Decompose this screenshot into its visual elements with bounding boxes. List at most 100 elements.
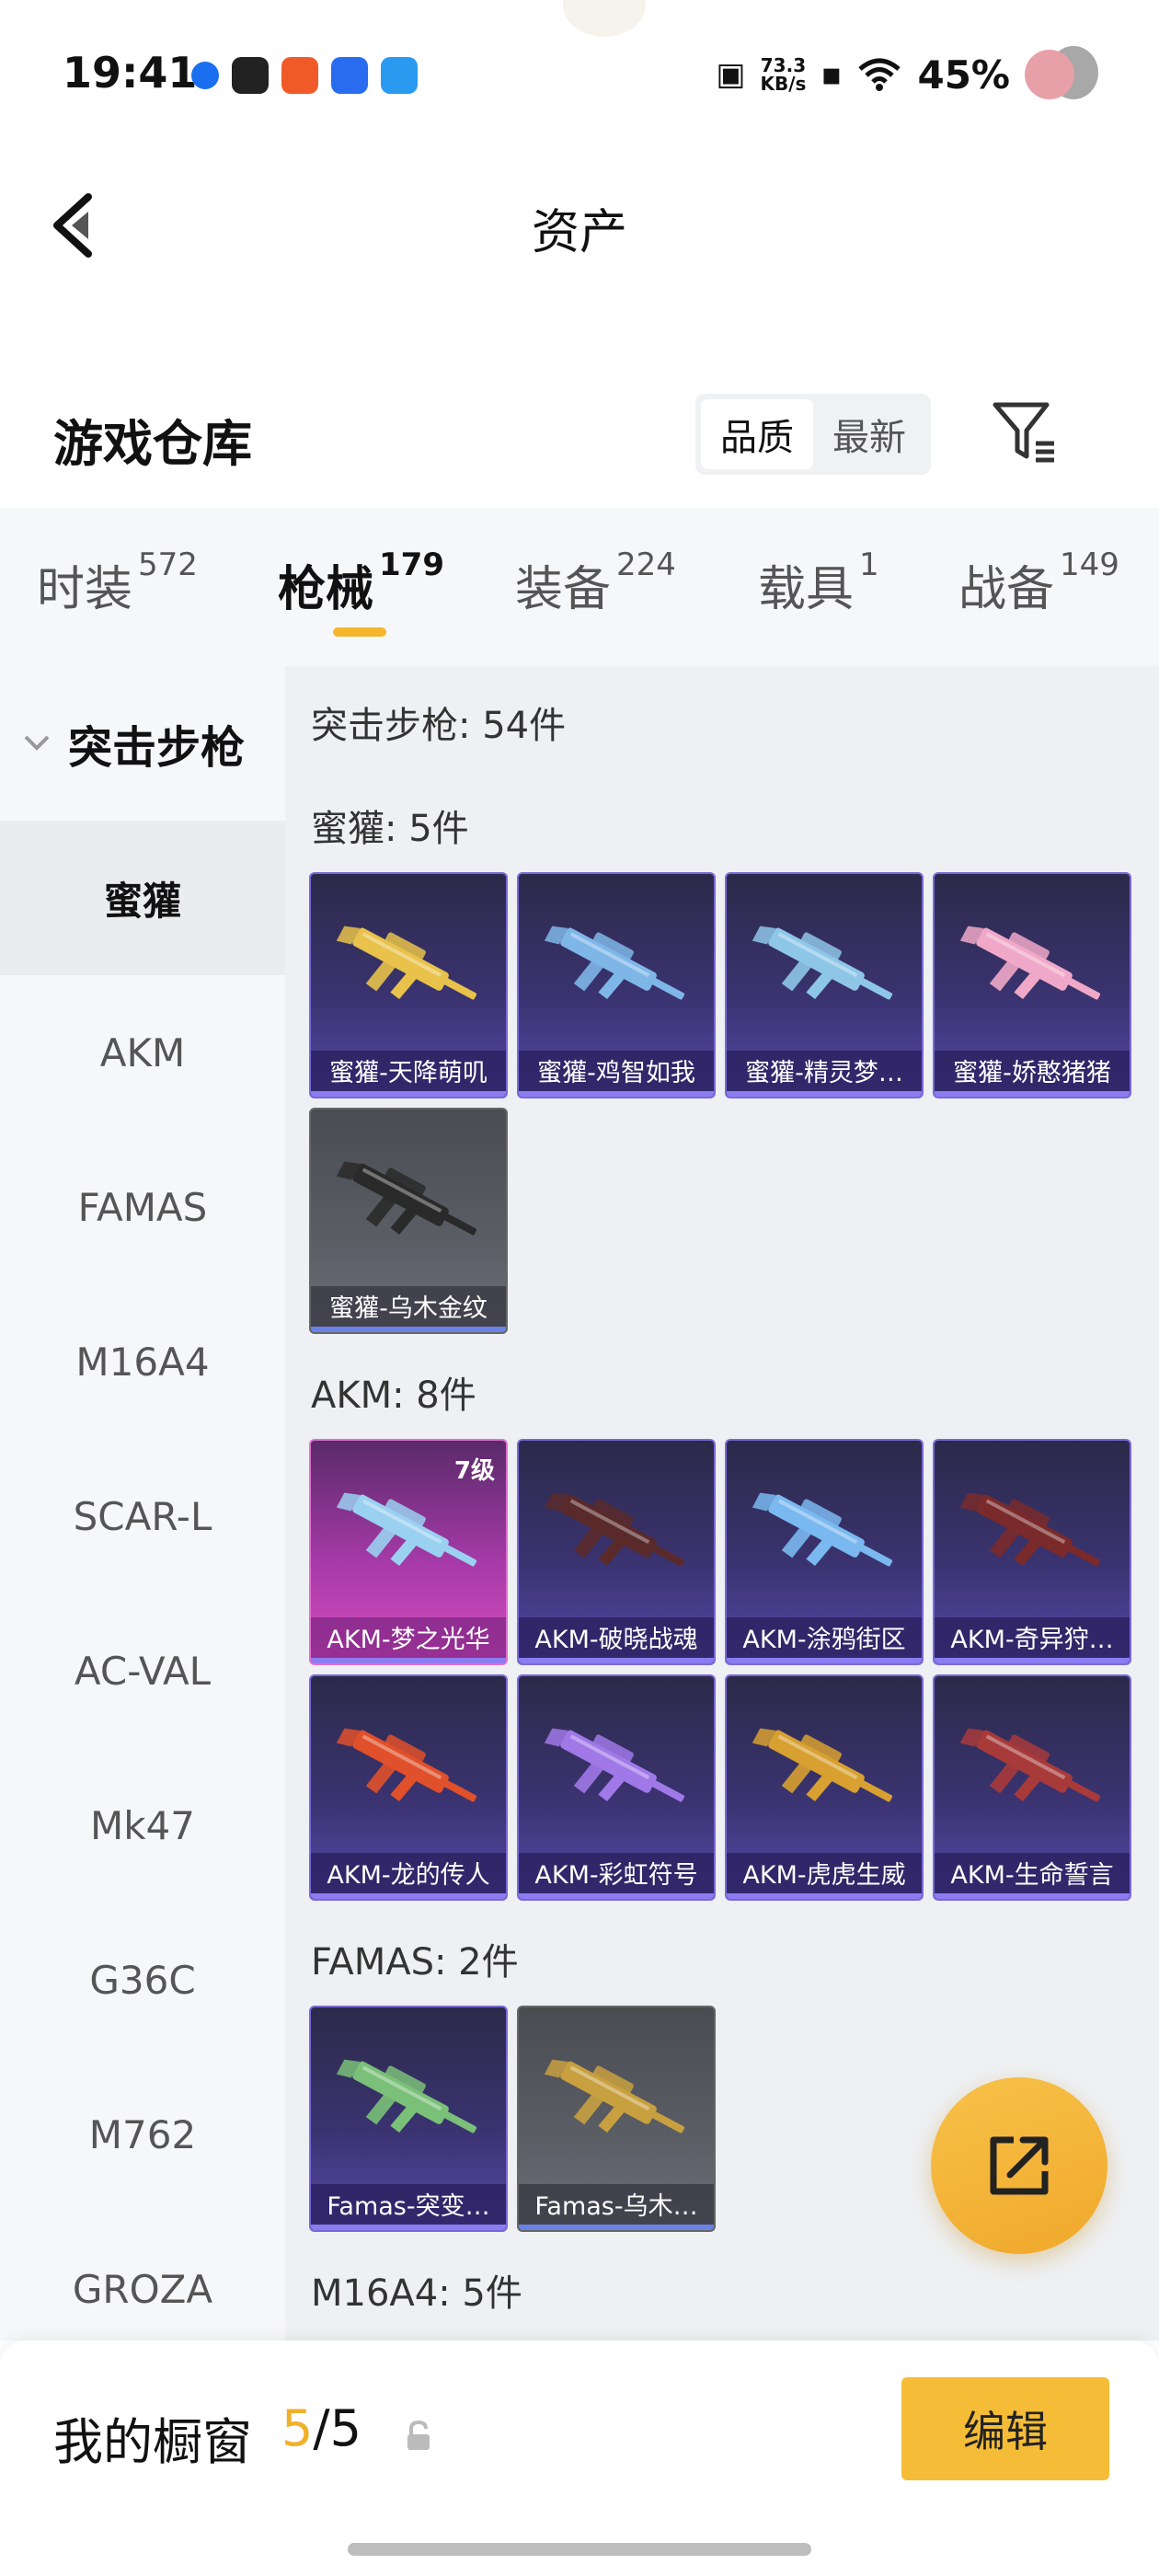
weapon-card-name: AKM-涂鸦街区: [727, 1617, 922, 1663]
tab-label: 装备: [515, 562, 612, 617]
weapon-card[interactable]: 蜜獾-娇憨猪猪: [933, 872, 1131, 1098]
sidebar-item-ac-val[interactable]: AC-VAL: [0, 1593, 285, 1748]
weapon-level-badge: 7级: [453, 1457, 495, 1485]
gun-image: [953, 902, 1115, 1040]
weapon-card-name: AKM-破晓战魂: [519, 1617, 714, 1663]
taobao-app-icon: [232, 57, 269, 94]
tab-supplies[interactable]: 战备 149: [958, 546, 1119, 619]
weapon-card-name: Famas-乌木…: [519, 2184, 714, 2230]
weapon-sidebar: 突击步枪 蜜獾 AKM FAMAS M16A4 SCAR-L AC-VAL Mk…: [0, 666, 285, 2340]
filter-icon: [993, 402, 1054, 463]
tab-count: 149: [1060, 546, 1119, 583]
weapon-card[interactable]: 蜜獾-天降萌叽: [309, 872, 508, 1098]
tab-outfits[interactable]: 时装 572: [37, 546, 198, 619]
gun-image: [537, 1468, 699, 1606]
gun-image: [745, 1468, 907, 1606]
chevron-down-icon: [22, 726, 59, 761]
camera-cutout: [563, 0, 646, 37]
gun-image: [329, 1137, 491, 1275]
user-avatar-icon: [1025, 46, 1098, 103]
tab-label: 战备: [958, 562, 1055, 617]
sidebar-group-label: 突击步枪: [68, 722, 246, 774]
active-tab-indicator: [333, 627, 386, 637]
tab-label: 载具: [758, 562, 855, 617]
tab-equipment[interactable]: 装备 224: [515, 546, 676, 619]
sort-newest-option[interactable]: 最新: [813, 399, 925, 469]
sort-segmented-control: 品质 最新: [695, 394, 931, 475]
sidebar-item-famas[interactable]: FAMAS: [0, 1130, 285, 1284]
wifi-icon: [858, 58, 901, 91]
tab-count: 224: [616, 546, 676, 583]
group-header-famas: FAMAS: 2件: [311, 1941, 519, 1984]
weapon-card-name: AKM-生命誓言: [935, 1853, 1130, 1899]
cloud-app-icon: [331, 57, 368, 94]
weapon-card-name: AKM-梦之光华: [311, 1617, 506, 1663]
weapon-card[interactable]: AKM-龙的传人: [309, 1674, 508, 1901]
gun-image: [329, 1704, 491, 1842]
sidebar-item-scar-l[interactable]: SCAR-L: [0, 1439, 285, 1593]
tab-firearms[interactable]: 枪械 179: [278, 546, 444, 619]
weapon-card[interactable]: AKM-彩虹符号: [517, 1674, 716, 1901]
status-right: ▣ 73.3 KB/s ▪ 45%: [716, 46, 1098, 103]
tab-count: 1: [859, 546, 879, 583]
message-app-icon: [191, 62, 219, 89]
sidebar-item-honey-badger[interactable]: 蜜獾: [0, 821, 285, 975]
status-time: 19:41: [63, 48, 198, 98]
showcase-bar: 我的橱窗 5/5 编辑: [0, 2340, 1159, 2576]
showcase-count-total: 5: [329, 2399, 361, 2457]
tab-label: 枪械: [278, 562, 374, 617]
weapon-card-name: AKM-彩虹符号: [519, 1853, 714, 1899]
weapon-card[interactable]: 7级 AKM-梦之光华: [309, 1439, 508, 1665]
weapon-card[interactable]: Famas-突变…: [309, 2006, 508, 2232]
gun-image: [329, 1468, 491, 1606]
gun-image: [953, 1468, 1115, 1606]
gun-image: [745, 1704, 907, 1842]
weapon-card-name: AKM-龙的传人: [311, 1853, 506, 1899]
browser-app-icon: [381, 57, 418, 94]
tab-vehicles[interactable]: 载具 1: [758, 546, 879, 619]
weapon-card-name: Famas-突变…: [311, 2184, 506, 2230]
weapon-card[interactable]: AKM-奇异狩…: [933, 1439, 1131, 1665]
tab-count: 572: [138, 546, 198, 583]
home-indicator: [348, 2543, 811, 2556]
weapon-card[interactable]: 蜜獾-鸡智如我: [517, 872, 716, 1098]
gun-image: [537, 1704, 699, 1842]
sidebar-item-akm[interactable]: AKM: [0, 975, 285, 1130]
weapon-card-name: AKM-虎虎生威: [727, 1853, 922, 1899]
weapon-card[interactable]: AKM-虎虎生威: [725, 1674, 924, 1901]
group-header-m16a4: M16A4: 5件: [311, 2272, 522, 2315]
showcase-count-separator: /: [313, 2399, 330, 2457]
sidebar-group-assault-rifles[interactable]: 突击步枪: [0, 666, 285, 821]
warehouse-header: 游戏仓库 品质 最新: [0, 368, 1159, 506]
lock-icon: [407, 2420, 430, 2450]
status-bar: 19:41 ▣ 73.3 KB/s ▪ 45%: [0, 0, 1159, 138]
weapon-card[interactable]: 蜜獾-乌木金纹: [309, 1108, 508, 1334]
gun-image: [329, 902, 491, 1040]
edit-button[interactable]: 编辑: [901, 2377, 1109, 2480]
showcase-count: 5/5: [281, 2399, 361, 2457]
network-speed: 73.3 KB/s: [760, 56, 806, 93]
weapon-card[interactable]: AKM-生命誓言: [933, 1674, 1131, 1901]
weapon-card[interactable]: Famas-乌木…: [517, 2006, 716, 2232]
share-button[interactable]: [931, 2077, 1107, 2254]
tab-label: 时装: [37, 562, 133, 617]
gun-image: [329, 2035, 491, 2173]
sidebar-item-m762[interactable]: M762: [0, 2057, 285, 2212]
group-header-honey-badger: 蜜獾: 5件: [311, 808, 469, 850]
weapon-card-name: 蜜獾-娇憨猪猪: [935, 1051, 1130, 1097]
weapon-card[interactable]: AKM-破晓战魂: [517, 1439, 716, 1665]
weapon-card-name: 蜜獾-精灵梦…: [727, 1051, 922, 1097]
weapon-card[interactable]: 蜜獾-精灵梦…: [725, 872, 924, 1098]
weapon-card[interactable]: AKM-涂鸦街区: [725, 1439, 924, 1665]
warehouse-title: 游戏仓库: [53, 415, 252, 473]
gun-image: [537, 2035, 699, 2173]
sidebar-item-g36c[interactable]: G36C: [0, 1903, 285, 2057]
notification-icons: [191, 57, 418, 94]
category-count: 突击步枪: 54件: [311, 705, 567, 747]
sidebar-item-mk47[interactable]: Mk47: [0, 1748, 285, 1903]
sidebar-item-m16a4[interactable]: M16A4: [0, 1284, 285, 1439]
sort-quality-option[interactable]: 品质: [701, 399, 813, 469]
filter-button[interactable]: [988, 396, 1061, 469]
weapon-card-name: 蜜獾-乌木金纹: [311, 1286, 506, 1332]
gun-image: [953, 1704, 1115, 1842]
